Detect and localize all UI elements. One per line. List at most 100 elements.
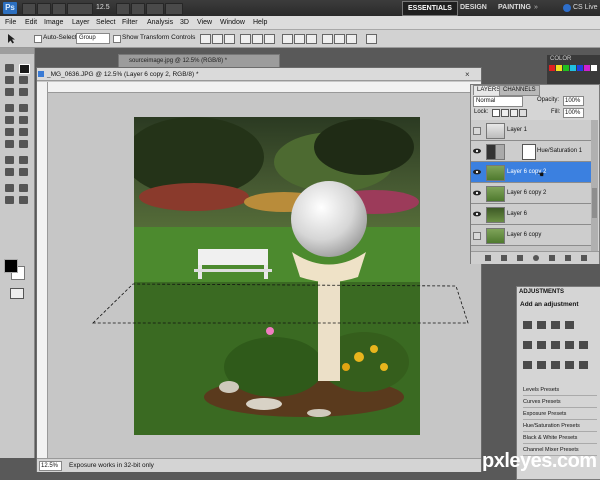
distribute-top-icon[interactable] [282, 34, 293, 44]
fill-input[interactable]: 100% [563, 108, 584, 118]
eye-icon[interactable] [473, 190, 481, 196]
vibrance-icon[interactable] [523, 341, 532, 349]
menu-filter[interactable]: Filter [122, 16, 138, 29]
auto-align-layers-icon[interactable] [366, 34, 377, 44]
preset-curves[interactable]: Curves Presets [523, 397, 597, 408]
3d-rotate-tool-icon[interactable] [5, 184, 14, 192]
move-tool-icon[interactable] [19, 64, 30, 74]
gradient-map-icon[interactable] [579, 361, 588, 369]
marquee-tool-icon[interactable] [5, 64, 14, 72]
zoom-tool-icon[interactable] [19, 196, 28, 204]
eraser-tool-icon[interactable] [5, 128, 14, 136]
swatch-green[interactable] [563, 65, 569, 71]
layers-scrollbar[interactable] [591, 120, 598, 251]
chevron-right-icon[interactable]: » [534, 4, 542, 11]
align-top-icon[interactable] [200, 34, 211, 44]
align-vertical-center-icon[interactable] [212, 34, 223, 44]
link-layers-icon[interactable] [485, 255, 491, 261]
arrange-documents-button[interactable] [146, 3, 164, 15]
cs-live-label[interactable]: CS Live [573, 1, 598, 14]
transform-selection-outline[interactable] [48, 93, 481, 458]
foreground-color-front[interactable] [4, 259, 18, 273]
screen-mode-button[interactable] [165, 3, 183, 15]
quick-mask-icon[interactable] [10, 288, 24, 299]
shape-tool-icon[interactable] [19, 168, 28, 176]
levels-icon[interactable] [537, 321, 546, 329]
menu-image[interactable]: Image [44, 16, 63, 29]
align-horizontal-center-icon[interactable] [252, 34, 263, 44]
scrollbar-thumb[interactable] [592, 188, 597, 218]
history-brush-tool-icon[interactable] [19, 116, 28, 124]
menu-3d[interactable]: 3D [180, 16, 189, 29]
auto-select-checkbox[interactable] [34, 35, 42, 43]
distribute-right-icon[interactable] [346, 34, 357, 44]
mini-bridge-button[interactable] [37, 3, 51, 15]
document-tab-sourceimage[interactable]: sourceimage.jpg @ 12.5% (RGB/8) * [118, 54, 280, 68]
invert-icon[interactable] [537, 361, 546, 369]
preset-exposure[interactable]: Exposure Presets [523, 409, 597, 420]
visibility-toggle[interactable] [473, 127, 481, 135]
menu-view[interactable]: View [197, 16, 212, 29]
zoom-level-dropdown[interactable] [67, 3, 93, 15]
align-right-icon[interactable] [264, 34, 275, 44]
workspace-painting[interactable]: PAINTING [493, 1, 536, 14]
brightness-contrast-icon[interactable] [523, 321, 532, 329]
color-balance-icon[interactable] [551, 341, 560, 349]
zoom-tool-button[interactable] [131, 3, 145, 15]
lock-position-icon[interactable] [510, 109, 518, 117]
quick-selection-tool-icon[interactable] [19, 76, 28, 84]
lock-image-icon[interactable] [501, 109, 509, 117]
dodge-tool-icon[interactable] [19, 140, 28, 148]
menu-select[interactable]: Select [96, 16, 115, 29]
menu-file[interactable]: File [5, 16, 16, 29]
layer-row-layer-6[interactable]: Layer 6 [471, 204, 591, 225]
healing-brush-tool-icon[interactable] [5, 104, 14, 112]
tab-adjustments[interactable]: ADJUSTMENTS [519, 288, 564, 297]
distribute-hcenter-icon[interactable] [334, 34, 345, 44]
preset-levels[interactable]: Levels Presets [523, 385, 597, 396]
hand-tool-button[interactable] [116, 3, 130, 15]
swatch-red[interactable] [549, 65, 555, 71]
eyedropper-tool-icon[interactable] [19, 88, 28, 96]
type-tool-icon[interactable] [19, 156, 28, 164]
curves-icon[interactable] [551, 321, 560, 329]
eye-icon[interactable] [473, 148, 481, 154]
swatch-blue[interactable] [577, 65, 583, 71]
cs-live-icon[interactable] [562, 3, 572, 13]
trash-icon[interactable] [581, 255, 587, 261]
pen-tool-icon[interactable] [5, 156, 14, 164]
new-adjustment-icon[interactable] [533, 255, 539, 261]
swatch-yellow[interactable] [556, 65, 562, 71]
hue-saturation-icon[interactable] [537, 341, 546, 349]
tab-channels[interactable]: CHANNELS [499, 85, 540, 96]
lasso-tool-icon[interactable] [5, 76, 14, 84]
new-group-icon[interactable] [549, 255, 555, 261]
menu-edit[interactable]: Edit [25, 16, 37, 29]
preset-black-white[interactable]: Black & White Presets [523, 433, 597, 444]
eye-icon[interactable] [473, 169, 481, 175]
exposure-icon[interactable] [565, 321, 574, 329]
new-layer-icon[interactable] [565, 255, 571, 261]
color-panel-label[interactable]: COLOR [550, 56, 571, 62]
threshold-icon[interactable] [565, 361, 574, 369]
blur-tool-icon[interactable] [5, 140, 14, 148]
layer-row-layer-6-copy-2-selected[interactable]: Layer 6 copy 2 ☚ [471, 162, 591, 183]
opacity-input[interactable]: 100% [563, 96, 584, 106]
posterize-icon[interactable] [551, 361, 560, 369]
zoom-field[interactable]: 12.5% [39, 461, 62, 471]
distribute-bottom-icon[interactable] [306, 34, 317, 44]
swatch-magenta[interactable] [584, 65, 590, 71]
layer-row-layer-1[interactable]: Layer 1 [471, 120, 591, 141]
menu-help[interactable]: Help [253, 16, 267, 29]
brush-tool-icon[interactable] [19, 104, 28, 112]
lock-all-icon[interactable] [519, 109, 527, 117]
menu-layer[interactable]: Layer [72, 16, 90, 29]
move-tool-icon[interactable] [6, 33, 18, 44]
swatch-cyan[interactable] [570, 65, 576, 71]
clone-stamp-tool-icon[interactable] [5, 116, 14, 124]
visibility-toggle[interactable] [473, 232, 481, 240]
align-bottom-icon[interactable] [224, 34, 235, 44]
view-extras-button[interactable] [52, 3, 66, 15]
menu-analysis[interactable]: Analysis [147, 16, 173, 29]
gradient-tool-icon[interactable] [19, 128, 28, 136]
